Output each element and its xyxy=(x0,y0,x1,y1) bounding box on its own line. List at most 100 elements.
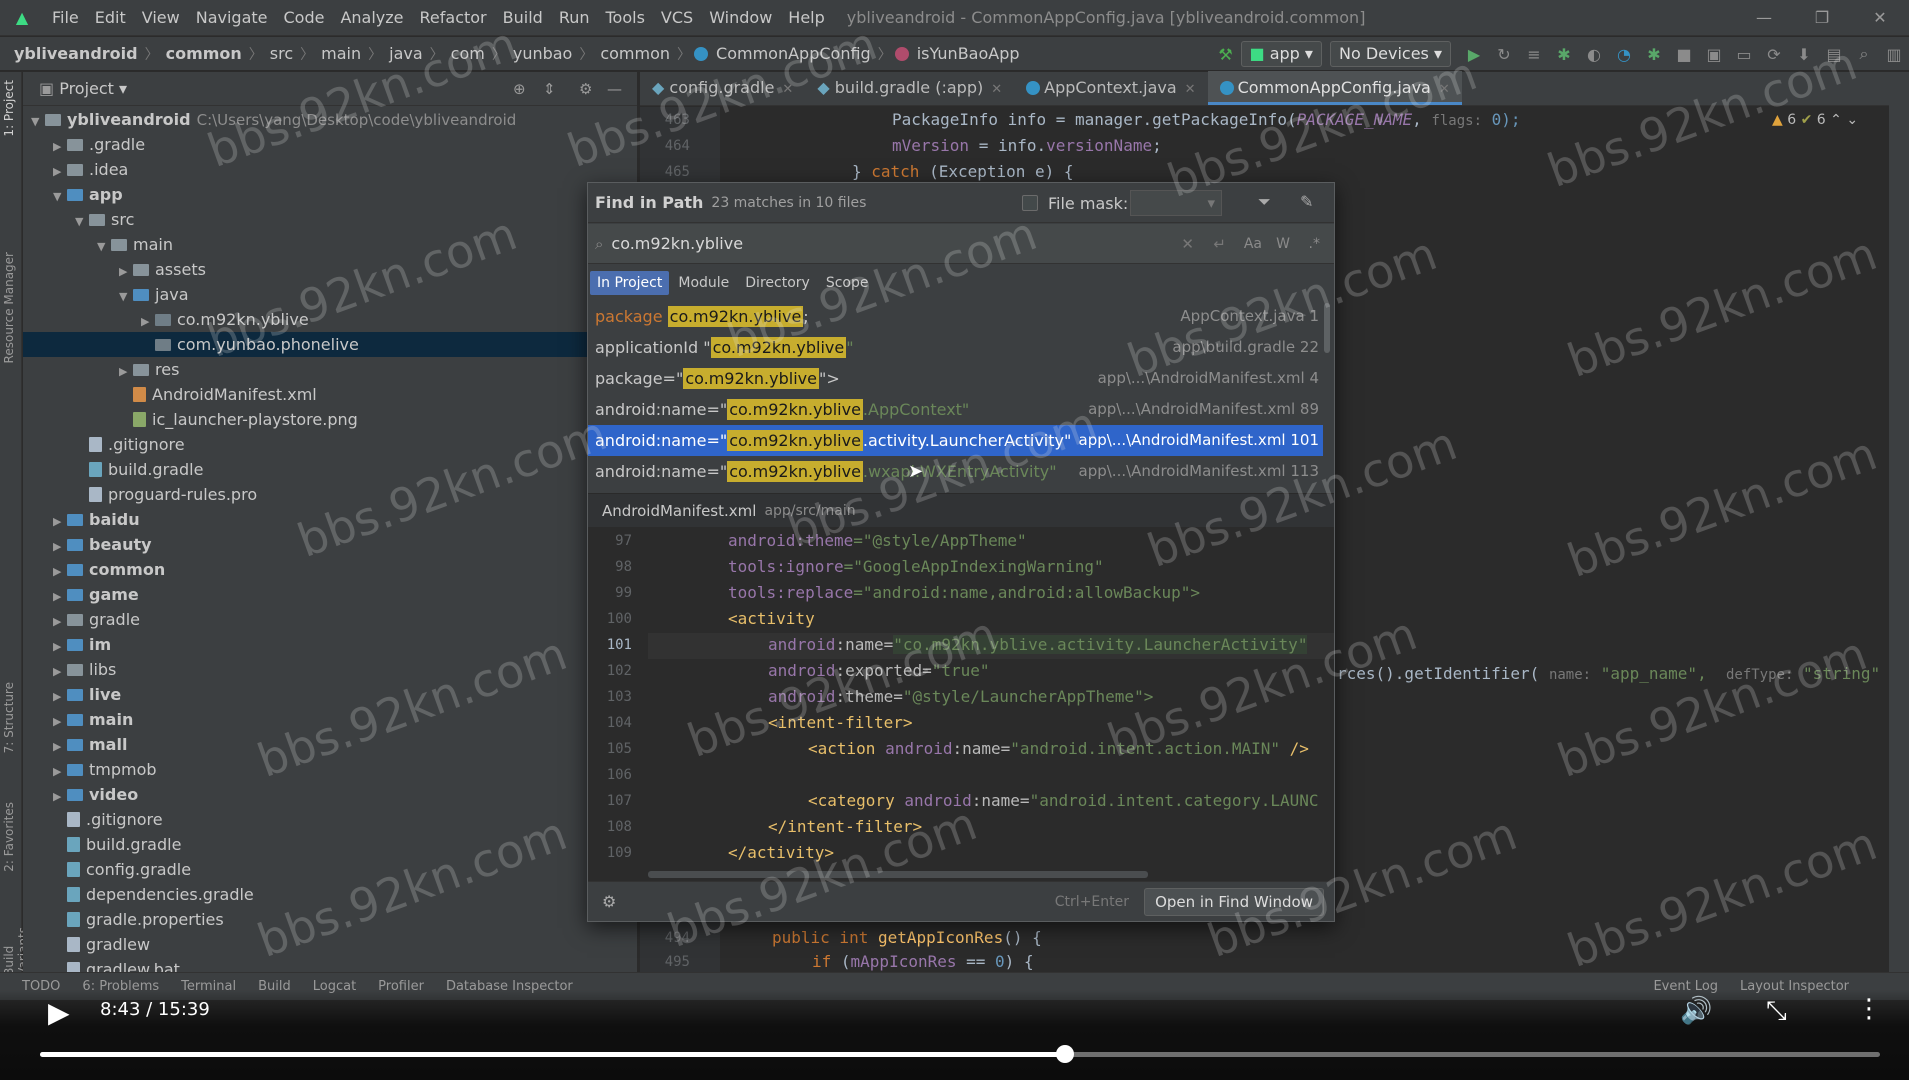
filter-icon[interactable]: ⏷ xyxy=(1258,192,1271,212)
tree-item[interactable]: .gitignore xyxy=(23,807,637,832)
tree-item[interactable]: ▶ gradle xyxy=(23,607,637,632)
tree-item[interactable]: ic_launcher-playstore.png xyxy=(23,407,637,432)
code-preview[interactable]: 97 98 99 100 101 102 103 104 105 106 107… xyxy=(588,527,1334,881)
pin-icon[interactable]: ✎ xyxy=(1300,192,1313,211)
tree-item[interactable]: ▶ main xyxy=(23,707,637,732)
search-result[interactable]: package=" co.m92kn.yblive "> app\...\Androi… xyxy=(588,363,1323,394)
debug-icon[interactable]: ✱ xyxy=(1551,45,1577,64)
menu-vcs[interactable]: VCS xyxy=(653,8,701,27)
menu-build[interactable]: Build xyxy=(495,8,551,27)
close-icon[interactable]: ✕ xyxy=(1851,0,1909,36)
tree-item[interactable]: ▶ libs xyxy=(23,657,637,682)
tree-item[interactable]: ▼ app xyxy=(23,182,637,207)
tab-commonappconfig[interactable]: CommonAppConfig.java ✕ xyxy=(1207,71,1462,105)
close-icon[interactable]: ✕ xyxy=(1439,82,1450,97)
exit-fullscreen-icon[interactable]: ⤡ xyxy=(1766,996,1787,1027)
breadcrumb-class[interactable]: CommonAppConfig xyxy=(712,44,875,63)
breadcrumb-common[interactable]: common xyxy=(596,44,674,63)
project-view-dropdown[interactable]: ▣ Project ▾ xyxy=(39,79,127,98)
settings-icon[interactable]: ▥ xyxy=(1881,45,1907,64)
open-in-find-window-button[interactable]: Open in Find Window xyxy=(1144,888,1324,916)
scope-directory[interactable]: Directory xyxy=(738,271,817,295)
volume-icon[interactable]: 🔊 xyxy=(1680,996,1712,1026)
breadcrumb-module[interactable]: common xyxy=(162,44,246,63)
menu-analyze[interactable]: Analyze xyxy=(332,8,411,27)
file-mask-dropdown[interactable]: ▾ xyxy=(1130,190,1222,216)
search-result[interactable]: android:name=" co.m92kn.yblive .AppContext… xyxy=(588,394,1323,425)
search-icon[interactable]: ⌕ xyxy=(1851,44,1877,64)
tree-item[interactable]: dependencies.gradle xyxy=(23,882,637,907)
sdk-manager-icon[interactable]: ⬇ xyxy=(1791,45,1817,64)
breadcrumb-yunbao[interactable]: yunbao xyxy=(509,44,577,63)
more-options-icon[interactable]: ⋮ xyxy=(1856,994,1882,1024)
restore-icon[interactable]: ❐ xyxy=(1793,0,1851,36)
tab-build-gradle-app[interactable]: ◆ build.gradle (:app) ✕ xyxy=(805,71,1014,105)
menu-help[interactable]: Help xyxy=(780,8,832,27)
apply-changes-icon[interactable]: ≡ xyxy=(1521,45,1547,64)
tree-root[interactable]: ▼ ybliveandroid C:\Users\yang\Desktop\code… xyxy=(23,107,637,132)
tool-tab-project[interactable]: 1: Project xyxy=(2,80,16,137)
search-input[interactable]: co.m92kn.yblive xyxy=(611,234,743,253)
scope-scope[interactable]: Scope xyxy=(819,271,876,295)
hide-icon[interactable]: — xyxy=(607,80,622,98)
tree-item[interactable]: ▶ video xyxy=(23,782,637,807)
breadcrumb-main[interactable]: main xyxy=(317,44,365,63)
tree-item[interactable]: gradlew xyxy=(23,932,637,957)
profile-icon[interactable]: ◔ xyxy=(1611,45,1637,64)
rerun-icon[interactable]: ↻ xyxy=(1491,45,1517,64)
tree-item[interactable]: build.gradle xyxy=(23,832,637,857)
tool-tab-structure[interactable]: 7: Structure xyxy=(2,682,16,753)
search-result[interactable]: android:name=" co.m92kn.yblive .wxapi.WXEn… xyxy=(588,456,1323,487)
settings-gear-icon[interactable]: ⚙ xyxy=(602,892,616,911)
menu-edit[interactable]: Edit xyxy=(87,8,134,27)
tree-item[interactable]: ▶ common xyxy=(23,557,637,582)
tree-item[interactable]: ▶ co.m92kn.yblive xyxy=(23,307,637,332)
tree-item[interactable]: ▶ .idea xyxy=(23,157,637,182)
tree-item[interactable]: proguard-rules.pro xyxy=(23,482,637,507)
scope-module[interactable]: Module xyxy=(671,271,736,295)
tree-item[interactable]: ▶ .gradle xyxy=(23,132,637,157)
preview-scrollbar[interactable] xyxy=(648,871,1148,878)
tree-item[interactable]: gradle.properties xyxy=(23,907,637,932)
tree-item[interactable]: config.gradle xyxy=(23,857,637,882)
menu-view[interactable]: View xyxy=(134,8,188,27)
collapse-icon[interactable]: ⇕ xyxy=(543,80,556,98)
tree-item[interactable]: ▶ beauty xyxy=(23,532,637,557)
tree-item[interactable]: ▶ im xyxy=(23,632,637,657)
gear-icon[interactable]: ⚙ xyxy=(579,80,592,98)
tab-config-gradle[interactable]: ◆ config.gradle ✕ xyxy=(640,71,805,105)
menu-refactor[interactable]: Refactor xyxy=(412,8,495,27)
newline-icon[interactable]: ↵ xyxy=(1213,235,1226,253)
hammer-icon[interactable]: ⚒ xyxy=(1213,45,1239,64)
inspection-widget[interactable]: ▲ 6 ✔ 6 ⌃ ⌄ xyxy=(1772,112,1858,128)
tool-tab-resource-manager[interactable]: Resource Manager xyxy=(2,252,16,363)
search-result[interactable]: applicationId " co.m92kn.yblive " app\build… xyxy=(588,332,1323,363)
clear-icon[interactable]: ✕ xyxy=(1181,235,1194,253)
breadcrumb-src[interactable]: src xyxy=(266,44,297,63)
tree-item[interactable]: ▼ src xyxy=(23,207,637,232)
tree-item[interactable]: ▼ java xyxy=(23,282,637,307)
avd-manager-icon[interactable]: ▭ xyxy=(1731,45,1757,64)
coverage-icon[interactable]: ◐ xyxy=(1581,45,1607,64)
tree-item[interactable]: build.gradle xyxy=(23,457,637,482)
stop-icon[interactable]: ■ xyxy=(1671,45,1697,64)
menu-tools[interactable]: Tools xyxy=(598,8,653,27)
run-config-dropdown[interactable]: ■ app ▾ xyxy=(1240,41,1322,67)
file-mask-checkbox[interactable] xyxy=(1022,195,1038,211)
device-manager-icon[interactable]: ▤ xyxy=(1821,45,1847,64)
whole-words-icon[interactable]: W xyxy=(1276,236,1290,252)
tree-item[interactable]: ▼ main xyxy=(23,232,637,257)
tree-item[interactable]: ▶ live xyxy=(23,682,637,707)
tree-item[interactable]: ▶ baidu xyxy=(23,507,637,532)
tree-item[interactable]: ▶ mall xyxy=(23,732,637,757)
scope-in-project[interactable]: In Project xyxy=(590,271,670,295)
match-case-icon[interactable]: Aa xyxy=(1244,236,1262,252)
tree-item-selected[interactable]: com.yunbao.phonelive xyxy=(23,332,637,357)
tool-tab-favorites[interactable]: 2: Favorites xyxy=(2,802,16,872)
tree-item[interactable]: ▶ game xyxy=(23,582,637,607)
menu-run[interactable]: Run xyxy=(551,8,598,27)
project-structure-icon[interactable]: ▣ xyxy=(1701,45,1727,64)
results-scrollbar[interactable] xyxy=(1324,303,1330,353)
tree-item[interactable]: AndroidManifest.xml xyxy=(23,382,637,407)
device-dropdown[interactable]: No Devices ▾ xyxy=(1329,41,1451,67)
